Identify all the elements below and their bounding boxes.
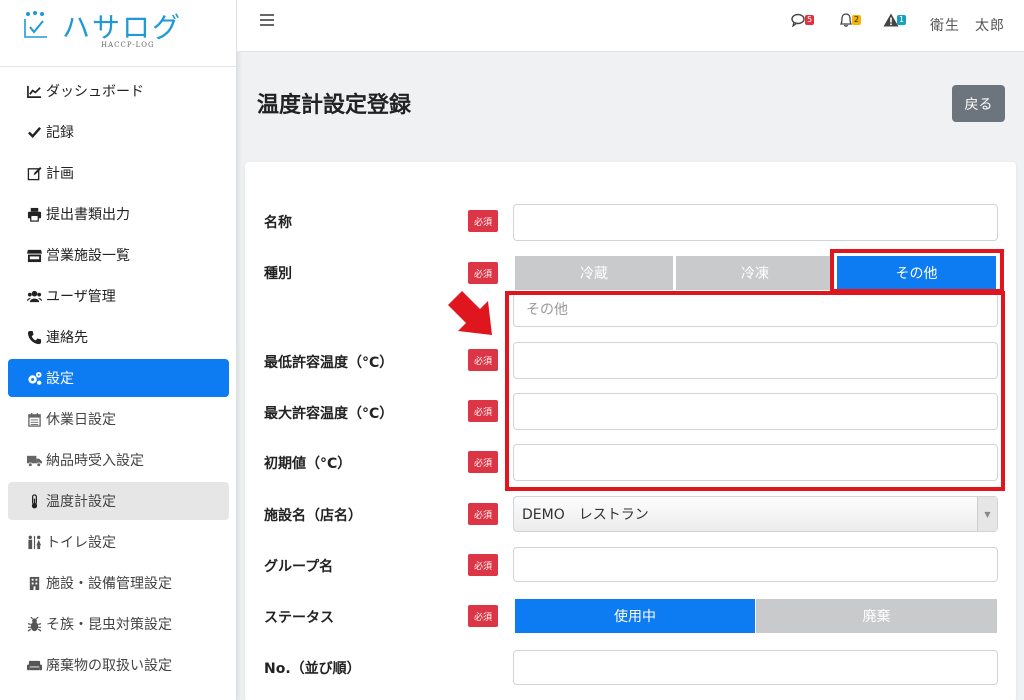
sidebar-item-label: 記録 bbox=[46, 125, 74, 141]
messages-count-badge: 5 bbox=[805, 15, 815, 25]
back-button[interactable]: 戻る bbox=[952, 85, 1005, 122]
phone-icon bbox=[24, 330, 44, 345]
type-option-refrigerated[interactable]: 冷蔵 bbox=[515, 256, 673, 290]
logo-subtitle: HACCP-LOG bbox=[101, 41, 155, 49]
users-icon bbox=[24, 289, 44, 304]
sidebar-item-users[interactable]: ユーザ管理 bbox=[8, 277, 229, 315]
page-title: 温度計設定登録 bbox=[257, 93, 412, 118]
sidebar-item-label: 計画 bbox=[46, 166, 74, 182]
calendar-icon bbox=[24, 412, 44, 427]
required-badge: 必須 bbox=[468, 400, 498, 422]
required-badge: 必須 bbox=[468, 451, 498, 473]
sidebar-item-label: 温度計設定 bbox=[46, 494, 116, 510]
required-badge: 必須 bbox=[468, 503, 498, 525]
notifications-button[interactable]: 2 bbox=[838, 13, 862, 29]
sidebar-item-settings[interactable]: 設定 bbox=[8, 359, 229, 397]
logo-text: ハサログ bbox=[62, 11, 183, 44]
group-input[interactable] bbox=[513, 547, 998, 582]
required-badge: 必須 bbox=[468, 262, 498, 284]
alerts-button[interactable]: 1 bbox=[883, 13, 907, 29]
restroom-icon bbox=[24, 535, 44, 550]
dropdown-caret-icon: ▼ bbox=[977, 497, 997, 531]
messages-button[interactable]: 5 bbox=[791, 13, 815, 29]
sidebar-item-delivery[interactable]: 納品時受入設定 bbox=[8, 441, 229, 479]
sidebar-item-label: 納品時受入設定 bbox=[46, 453, 144, 469]
sidebar-item-label: ダッシュボード bbox=[46, 84, 144, 100]
bug-icon bbox=[24, 616, 44, 632]
edit-icon bbox=[24, 166, 44, 181]
required-badge: 必須 bbox=[468, 210, 498, 232]
max-temp-label: 最大許容温度（°C） bbox=[264, 406, 394, 422]
sidebar-item-label: 連絡先 bbox=[46, 330, 88, 346]
min-temp-label: 最低許容温度（°C） bbox=[264, 355, 394, 371]
sidebar-item-label: 施設・設備管理設定 bbox=[46, 576, 172, 592]
sidebar-item-facilities[interactable]: 営業施設一覧 bbox=[8, 236, 229, 274]
required-badge: 必須 bbox=[468, 605, 498, 627]
sidebar-item-plan[interactable]: 計画 bbox=[8, 154, 229, 192]
cogs-icon bbox=[24, 371, 44, 386]
facility-selected-value: DEMO レストラン bbox=[522, 507, 649, 523]
sidebar: ハサログ HACCP-LOG ダッシュボード 記録 計画 提出書類出力 営業施設… bbox=[0, 0, 237, 700]
annotation-arrow-icon bbox=[448, 291, 492, 335]
sidebar-item-building[interactable]: 施設・設備管理設定 bbox=[8, 564, 229, 602]
chart-line-icon bbox=[24, 84, 44, 99]
status-label: ステータス bbox=[264, 610, 334, 626]
name-input[interactable] bbox=[513, 204, 998, 241]
initial-value-label: 初期値（°C） bbox=[264, 456, 352, 472]
initial-value-input[interactable] bbox=[513, 444, 998, 481]
required-badge: 必須 bbox=[468, 554, 498, 576]
order-input[interactable] bbox=[513, 650, 998, 685]
print-icon bbox=[24, 207, 44, 222]
sidebar-item-label: トイレ設定 bbox=[46, 535, 116, 551]
sidebar-item-restroom[interactable]: トイレ設定 bbox=[8, 523, 229, 561]
group-label: グループ名 bbox=[264, 559, 334, 575]
order-label: No.（並び順） bbox=[264, 661, 361, 677]
sidebar-item-label: ユーザ管理 bbox=[46, 289, 116, 305]
sidebar-item-label: 提出書類出力 bbox=[46, 207, 130, 223]
sidebar-item-thermometer[interactable]: 温度計設定 bbox=[8, 482, 229, 520]
checklist-logo-icon bbox=[24, 11, 47, 38]
sidebar-item-contacts[interactable]: 連絡先 bbox=[8, 318, 229, 356]
sidebar-item-waste[interactable]: 廃棄物の取扱い設定 bbox=[8, 646, 229, 684]
check-icon bbox=[24, 125, 44, 140]
sidebar-item-records[interactable]: 記録 bbox=[8, 113, 229, 151]
sidebar-item-dashboard[interactable]: ダッシュボード bbox=[8, 72, 229, 110]
sidebar-item-label: 廃棄物の取扱い設定 bbox=[46, 658, 172, 674]
building-icon bbox=[24, 576, 44, 591]
facility-label: 施設名（店名） bbox=[264, 508, 362, 524]
logo[interactable]: ハサログ HACCP-LOG bbox=[0, 0, 236, 67]
type-option-other[interactable]: その他 bbox=[837, 256, 996, 290]
type-option-frozen[interactable]: 冷凍 bbox=[676, 256, 834, 290]
sidebar-item-print[interactable]: 提出書類出力 bbox=[8, 195, 229, 233]
sidebar-item-label: 設定 bbox=[46, 371, 74, 387]
status-option-in-use[interactable]: 使用中 bbox=[515, 599, 755, 633]
max-temp-input[interactable] bbox=[513, 393, 998, 430]
sidebar-menu: ダッシュボード 記録 計画 提出書類出力 営業施設一覧 ユーザ管理 連絡先 設定… bbox=[8, 72, 229, 687]
min-temp-input[interactable] bbox=[513, 342, 998, 379]
name-label: 名称 bbox=[264, 215, 292, 231]
user-name[interactable]: 衛生 太郎 bbox=[930, 15, 1005, 35]
sidebar-item-label: 営業施設一覧 bbox=[46, 248, 130, 264]
sidebar-item-label: そ族・昆虫対策設定 bbox=[46, 617, 172, 633]
store-icon bbox=[24, 248, 44, 263]
thermometer-icon bbox=[24, 493, 44, 509]
other-type-input[interactable] bbox=[513, 293, 998, 327]
sidebar-item-pest[interactable]: そ族・昆虫対策設定 bbox=[8, 605, 229, 643]
top-navbar: 5 2 1 衛生 太郎 bbox=[237, 0, 1024, 52]
type-label: 種別 bbox=[264, 266, 292, 282]
hamburger-menu-icon[interactable] bbox=[260, 14, 274, 26]
sidebar-item-label: 休業日設定 bbox=[46, 412, 116, 428]
alerts-count-badge: 1 bbox=[897, 15, 907, 25]
sidebar-item-holidays[interactable]: 休業日設定 bbox=[8, 400, 229, 438]
truck-icon bbox=[24, 453, 44, 468]
notifications-count-badge: 2 bbox=[852, 15, 862, 25]
required-badge: 必須 bbox=[468, 349, 498, 371]
couch-icon bbox=[24, 658, 44, 673]
status-option-disposed[interactable]: 廃棄 bbox=[756, 599, 997, 633]
facility-select[interactable]: DEMO レストラン ▼ bbox=[513, 496, 998, 532]
